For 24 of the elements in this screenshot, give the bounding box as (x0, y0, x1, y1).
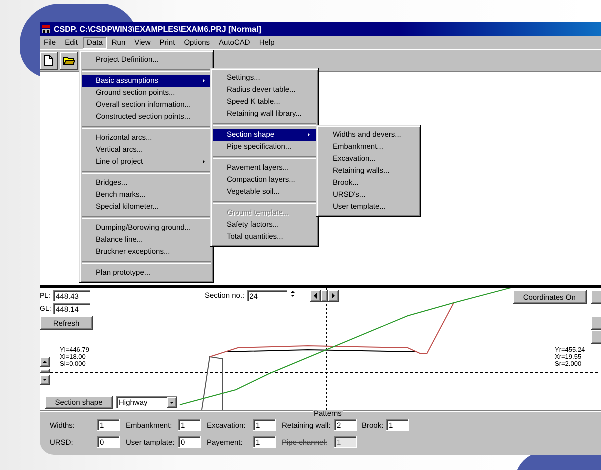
up-arrow-icon (43, 361, 47, 363)
side-button[interactable] (590, 330, 601, 344)
new-document-button[interactable] (40, 52, 58, 70)
scroll-thumb[interactable] (40, 369, 50, 373)
right-arrow-icon (332, 293, 335, 299)
down-arrow-icon (43, 379, 47, 381)
previous-button[interactable] (310, 290, 321, 302)
dropdown-arrow-icon (170, 402, 174, 404)
side-button[interactable] (590, 290, 601, 304)
up-arrow-icon (290, 291, 295, 293)
folder-icon (63, 54, 75, 66)
scroll-up-button[interactable] (40, 357, 50, 367)
submenu-arrow-icon (308, 132, 310, 136)
app-icon (41, 24, 51, 34)
document-icon (43, 54, 55, 66)
next-button[interactable] (328, 290, 339, 302)
down-arrow-icon (290, 295, 295, 297)
submenu-arrow-icon (203, 160, 205, 164)
side-button[interactable] (590, 316, 601, 330)
open-button[interactable] (60, 52, 78, 70)
left-arrow-icon (314, 293, 317, 299)
submenu-arrow-icon (203, 78, 205, 82)
window-title: CSDP. C:\CSDPWIN3\EXAMPLES\EXAM6.PRJ [Normal] (54, 24, 262, 34)
scroll-down-button[interactable] (40, 375, 50, 385)
